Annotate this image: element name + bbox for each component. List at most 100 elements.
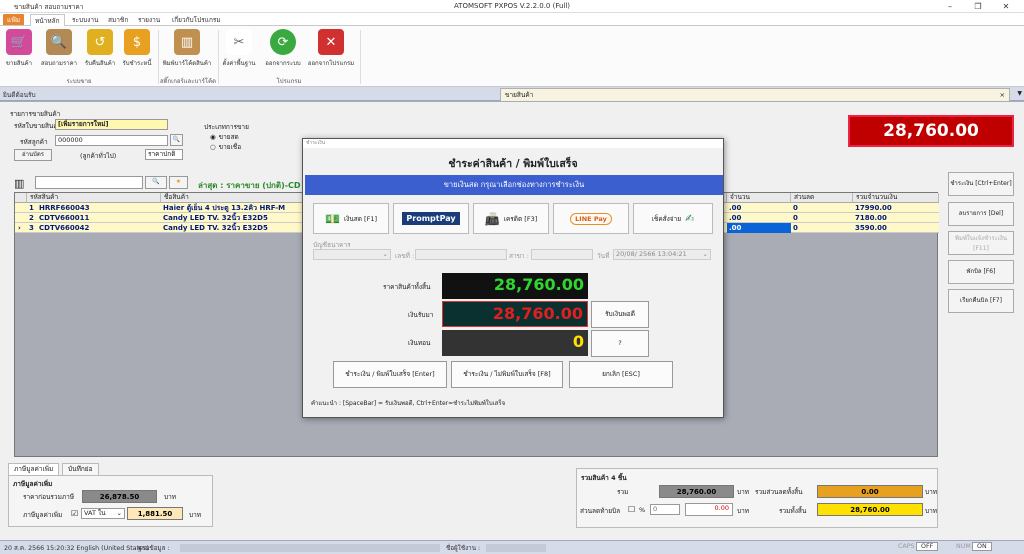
status-database: ฐานข้อมูล : [138,545,170,552]
cheque-number-input[interactable] [415,249,507,260]
return-goods-button[interactable]: ↺ รับคืนสินค้า [82,29,118,68]
read-id-card-button[interactable]: อ่านบัตร [14,149,52,161]
pay-print-button[interactable]: ชำระเงิน / พิมพ์ใบเสร็จ [Enter] [333,361,447,388]
restore-icon[interactable]: ❐ [964,0,992,13]
price-check-button[interactable]: 🔍 สอบถามราคา [38,29,80,68]
receive-payment-button[interactable]: $ รับชำระหนี้ [120,29,154,68]
pay-no-print-button[interactable]: ชำระเงิน / ไม่พิมพ์ใบเสร็จ [F8] [451,361,563,388]
exact-amount-button[interactable]: รับเงินพอดี [591,301,649,328]
title-bar: ขายสินค้า สอบถามราคา ATOMSOFT PXPOS V.2.… [0,0,1024,13]
pay-credit-button[interactable]: 📠 เครดิต [F3] [473,203,549,234]
col-header-total[interactable]: รวมจำนวนเงิน [853,193,939,203]
customer-search-icon[interactable]: 🔍 [170,134,183,146]
summary-group: รวมสินค้า 4 ชิ้น รวม 28,760.00 บาท รวมส่… [576,468,938,528]
row-pointer-icon: › [18,224,21,232]
received-amount-input[interactable]: 28,760.00 [442,301,588,327]
search-icon[interactable]: 🔍 [145,176,167,189]
item-count: รวมสินค้า 4 ชิ้น [581,474,627,482]
cheque-icon: ✍ [685,212,695,225]
return-icon: ↺ [87,29,113,55]
total-amount: 28,760.00 [442,273,588,299]
price-level-select[interactable]: ราคาปกติ [145,149,183,160]
status-datetime: 20 ส.ค. 2566 15:20:32 English (United St… [4,545,149,552]
section-title: รายการขายสินค้า [10,110,61,118]
pay-cheque-button[interactable]: เช็คสั่งจ่าย ✍ [633,203,713,234]
customer-label: รหัสลูกค้า [20,138,48,146]
close-program-icon: ✕ [318,29,344,55]
payment-banner: ขายเงินสด กรุณาเลือกช่องทางการชำระเงิน [305,175,723,195]
vat-checkbox-icon[interactable]: ☑ [71,509,78,518]
col-header-qty[interactable]: จำนวน [727,193,791,203]
vat-type-select[interactable]: VAT ใน ⌄ [81,508,125,519]
before-vat-value: 26,878.50 [82,490,157,503]
col-header-discount[interactable]: ส่วนลด [791,193,853,203]
radio-unchecked-icon: ○ [210,143,216,151]
dialog-title: ชำระเงิน [303,139,723,148]
ribbon-group-barcode: สติ๊กเกอร์และบาร์โค้ด [159,78,216,85]
ribbon: 🛒 ขายสินค้า 🔍 สอบถามราคา ↺ รับคืนสินค้า … [0,25,1024,87]
bank-select[interactable]: ⌄ [313,249,391,260]
logout-icon: ⟳ [270,29,296,55]
discount-percent-stepper[interactable]: 0 [650,504,680,515]
payment-icon: $ [124,29,150,55]
total-display: 28,760.00 [848,115,1014,147]
sale-no-field[interactable]: [เพิ่มรายการใหม่] [55,119,168,130]
document-tabs: ยินดีต้อนรับ ขายสินค้า × ▼ [0,87,1024,101]
pay-promptpay-button[interactable]: PromptPay [393,203,469,234]
settings-button[interactable]: ✂ ตั้งค่าพื้นฐาน [222,29,256,68]
tab-dropdown-icon[interactable]: ▼ [1017,90,1022,97]
percent-checkbox-icon[interactable]: ☐ [628,505,635,514]
customer-field[interactable]: 000000 [55,135,168,146]
tab-welcome[interactable]: ยินดีต้อนรับ [3,90,36,100]
branch-input[interactable] [531,249,593,260]
num-indicator: ON [972,542,992,551]
hold-bill-button[interactable]: พักบิล [F6] [948,260,1014,284]
pay-cash-button[interactable]: 💵 เงินสด [F1] [313,203,389,234]
radio-credit[interactable]: ○ ขายเชื่อ [210,142,241,152]
sum-value: 28,760.00 [659,485,734,498]
change-amount: 0 [442,330,588,356]
caps-indicator: OFF [916,542,939,551]
pay-button[interactable]: ชำระเงิน [Ctrl+Enter] [948,172,1014,196]
logout-button[interactable]: ⟳ ออกจากระบบ [262,29,304,68]
help-button[interactable]: ? [591,330,649,357]
col-header-code[interactable]: รหัสสินค้า [27,193,161,203]
barcode-icon: ▥ [14,177,25,190]
search-person-icon: 🔍 [46,29,72,55]
close-tab-icon[interactable]: × [1000,89,1005,101]
close-icon[interactable]: ✕ [992,0,1020,13]
vat-value: 1,881.50 [127,507,183,520]
payment-dialog: ชำระเงิน ชำระค่าสินค้า / พิมพ์ใบเสร็จ ขา… [302,138,724,418]
sale-type-label: ประเภทการขาย [204,123,249,131]
tab-vat[interactable]: ภาษีมูลค่าเพิ่ม [8,463,60,475]
ribbon-group-program: โปรแกรม [276,78,302,85]
grand-total-value: 28,760.00 [817,503,923,516]
tab-notes[interactable]: บันทึกย่อ [62,463,99,475]
print-invoice-button[interactable]: พิมพ์ใบแจ้งชำระเงิน [F11] [948,231,1014,255]
radio-checked-icon: ◉ [210,133,216,141]
card-terminal-icon: 📠 [484,211,500,226]
tab-sell[interactable]: ขายสินค้า × [500,88,1010,101]
cart-icon: 🛒 [6,29,32,55]
cash-icon: 💵 [325,211,340,226]
pay-linepay-button[interactable]: LINE Pay [553,203,629,234]
print-barcode-button[interactable]: ▥ พิมพ์บาร์โค้ดสินค้า [160,29,214,68]
barcode-box-icon: ▥ [174,29,200,55]
recall-bill-button[interactable]: เรียกคืนบิล [F7] [948,289,1014,313]
sell-button[interactable]: 🛒 ขายสินค้า [2,29,36,68]
dialog-heading: ชำระค่าสินค้า / พิมพ์ใบเสร็จ [448,158,578,170]
status-user: ชื่อผู้ใช้งาน : [446,545,481,552]
barcode-input[interactable] [35,176,143,189]
end-discount-input[interactable]: 0.00 [685,503,733,516]
exit-program-button[interactable]: ✕ ออกจากโปรแกรม [306,29,356,68]
delete-item-button[interactable]: ลบรายการ [Del] [948,202,1014,226]
radio-cash[interactable]: ◉ ขายสด [210,132,239,142]
linepay-logo: LINE Pay [570,212,612,225]
cancel-button[interactable]: ยกเลิก [ESC] [569,361,673,388]
app-title: ATOMSOFT PXPOS V.2.2.0.0 (Full) [453,2,571,10]
favorite-star-icon[interactable]: ★ [169,176,188,189]
tab-home[interactable]: หน้าหลัก [30,14,65,26]
customer-type: (ลูกค้าทั่วไป) [80,152,117,160]
cheque-date-picker[interactable]: 20/08/ 2566 13:04:21 ⌄ [613,249,711,260]
minimize-icon[interactable]: – [936,0,964,13]
